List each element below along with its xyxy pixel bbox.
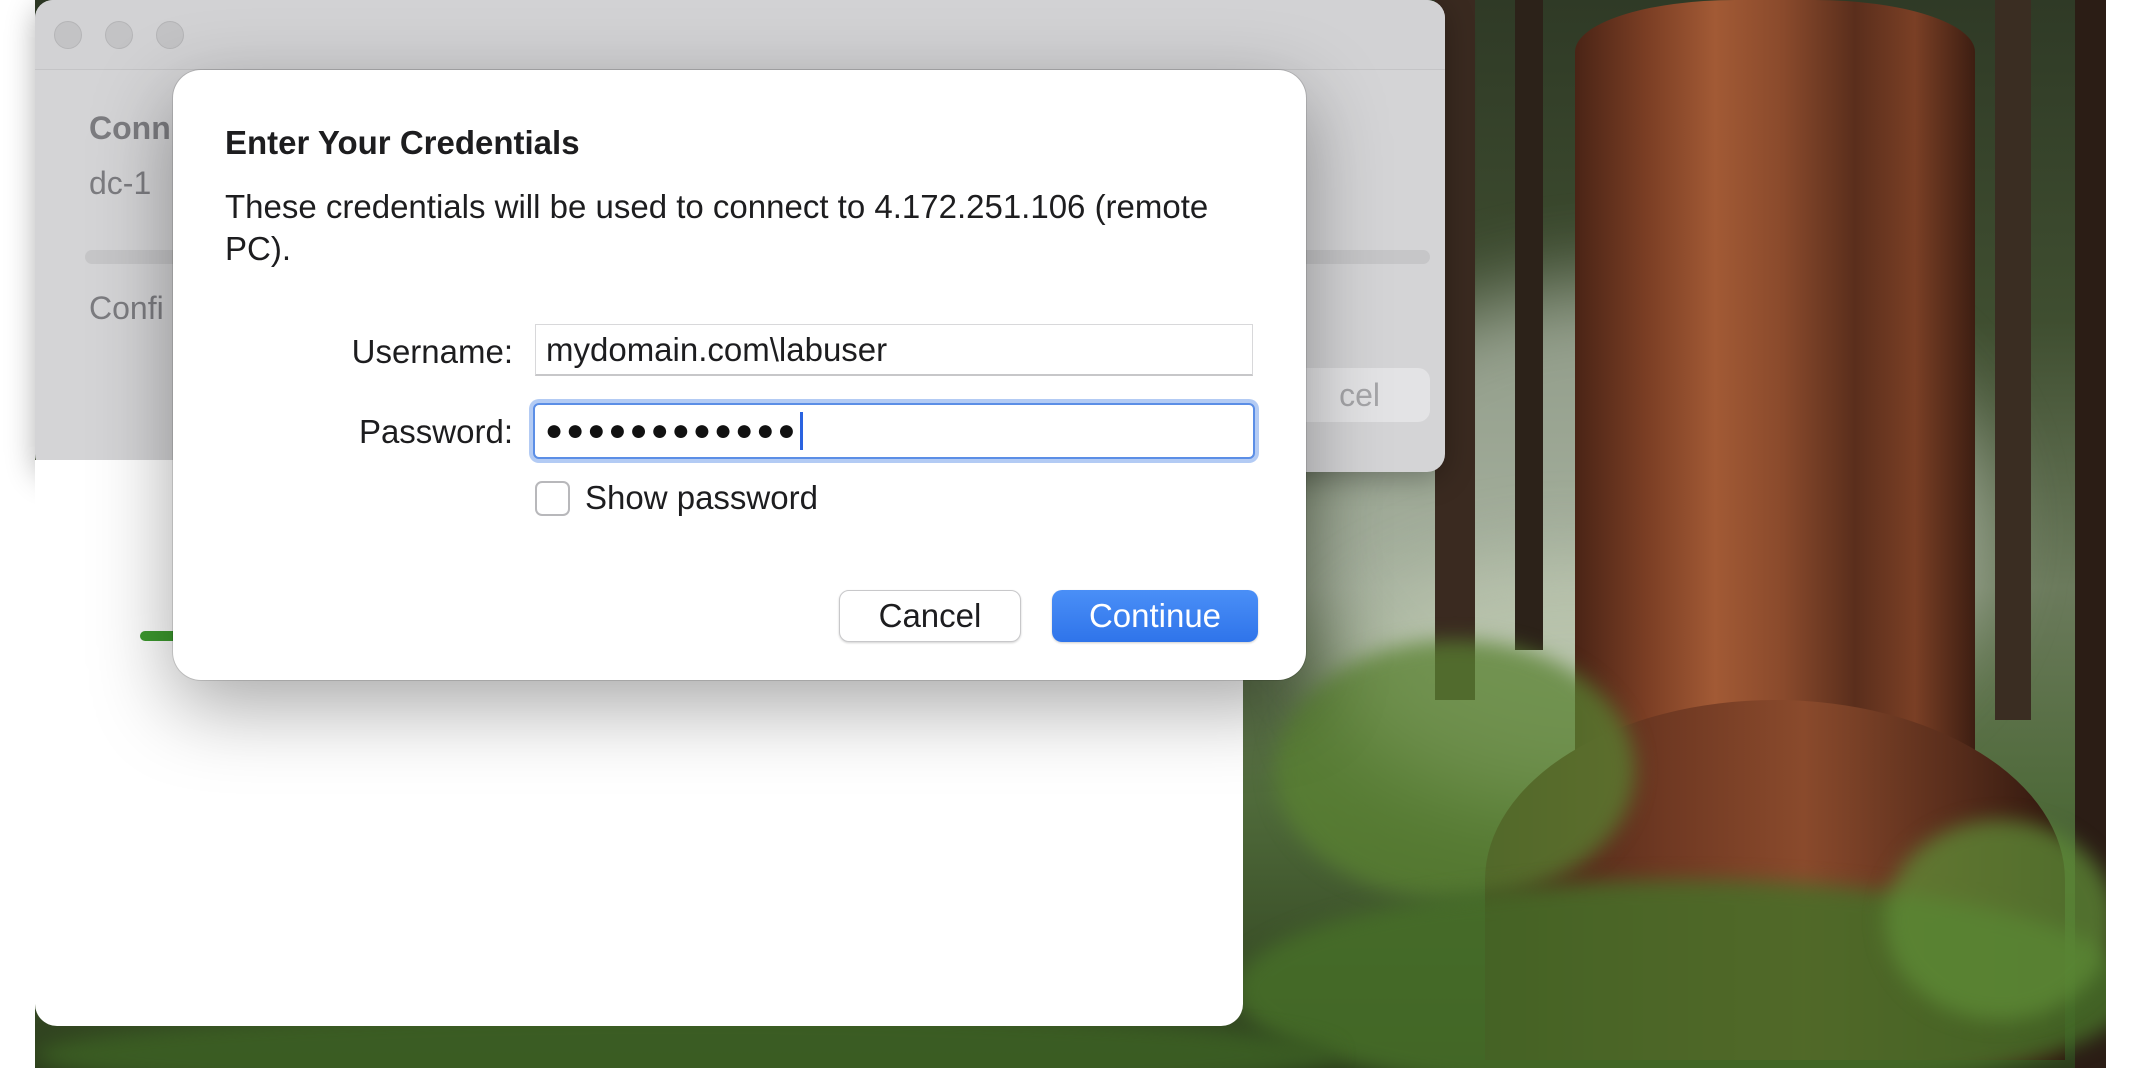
window-titlebar	[35, 0, 1445, 70]
password-masked-value: ●●●●●●●●●●●●	[545, 414, 799, 447]
cancel-button[interactable]: Cancel	[839, 590, 1021, 642]
username-field[interactable]	[535, 324, 1253, 376]
password-label: Password:	[358, 413, 513, 450]
dialog-title: Enter Your Credentials	[225, 124, 580, 161]
dialog-message: These credentials will be used to connec…	[225, 188, 1209, 267]
password-field[interactable]: ●●●●●●●●●●●●	[533, 403, 1255, 459]
username-label: Username:	[351, 333, 513, 370]
text-cursor	[800, 412, 804, 450]
close-window-icon[interactable]	[54, 21, 82, 49]
show-password-checkbox[interactable]	[535, 480, 570, 516]
minimize-window-icon[interactable]	[105, 21, 133, 49]
show-password-row[interactable]: Show password	[535, 479, 818, 517]
connection-status: Confi	[89, 290, 164, 326]
show-password-label: Show password	[585, 479, 818, 516]
continue-button[interactable]: Continue	[1052, 590, 1258, 642]
desktop: Conn dc-1 Confi cel Enter Your Credentia…	[0, 0, 2146, 1068]
connection-heading: Conn	[89, 110, 171, 146]
credentials-dialog: Enter Your Credentials These credentials…	[173, 70, 1306, 680]
zoom-window-icon[interactable]	[156, 21, 184, 49]
connection-host: dc-1	[89, 165, 152, 201]
